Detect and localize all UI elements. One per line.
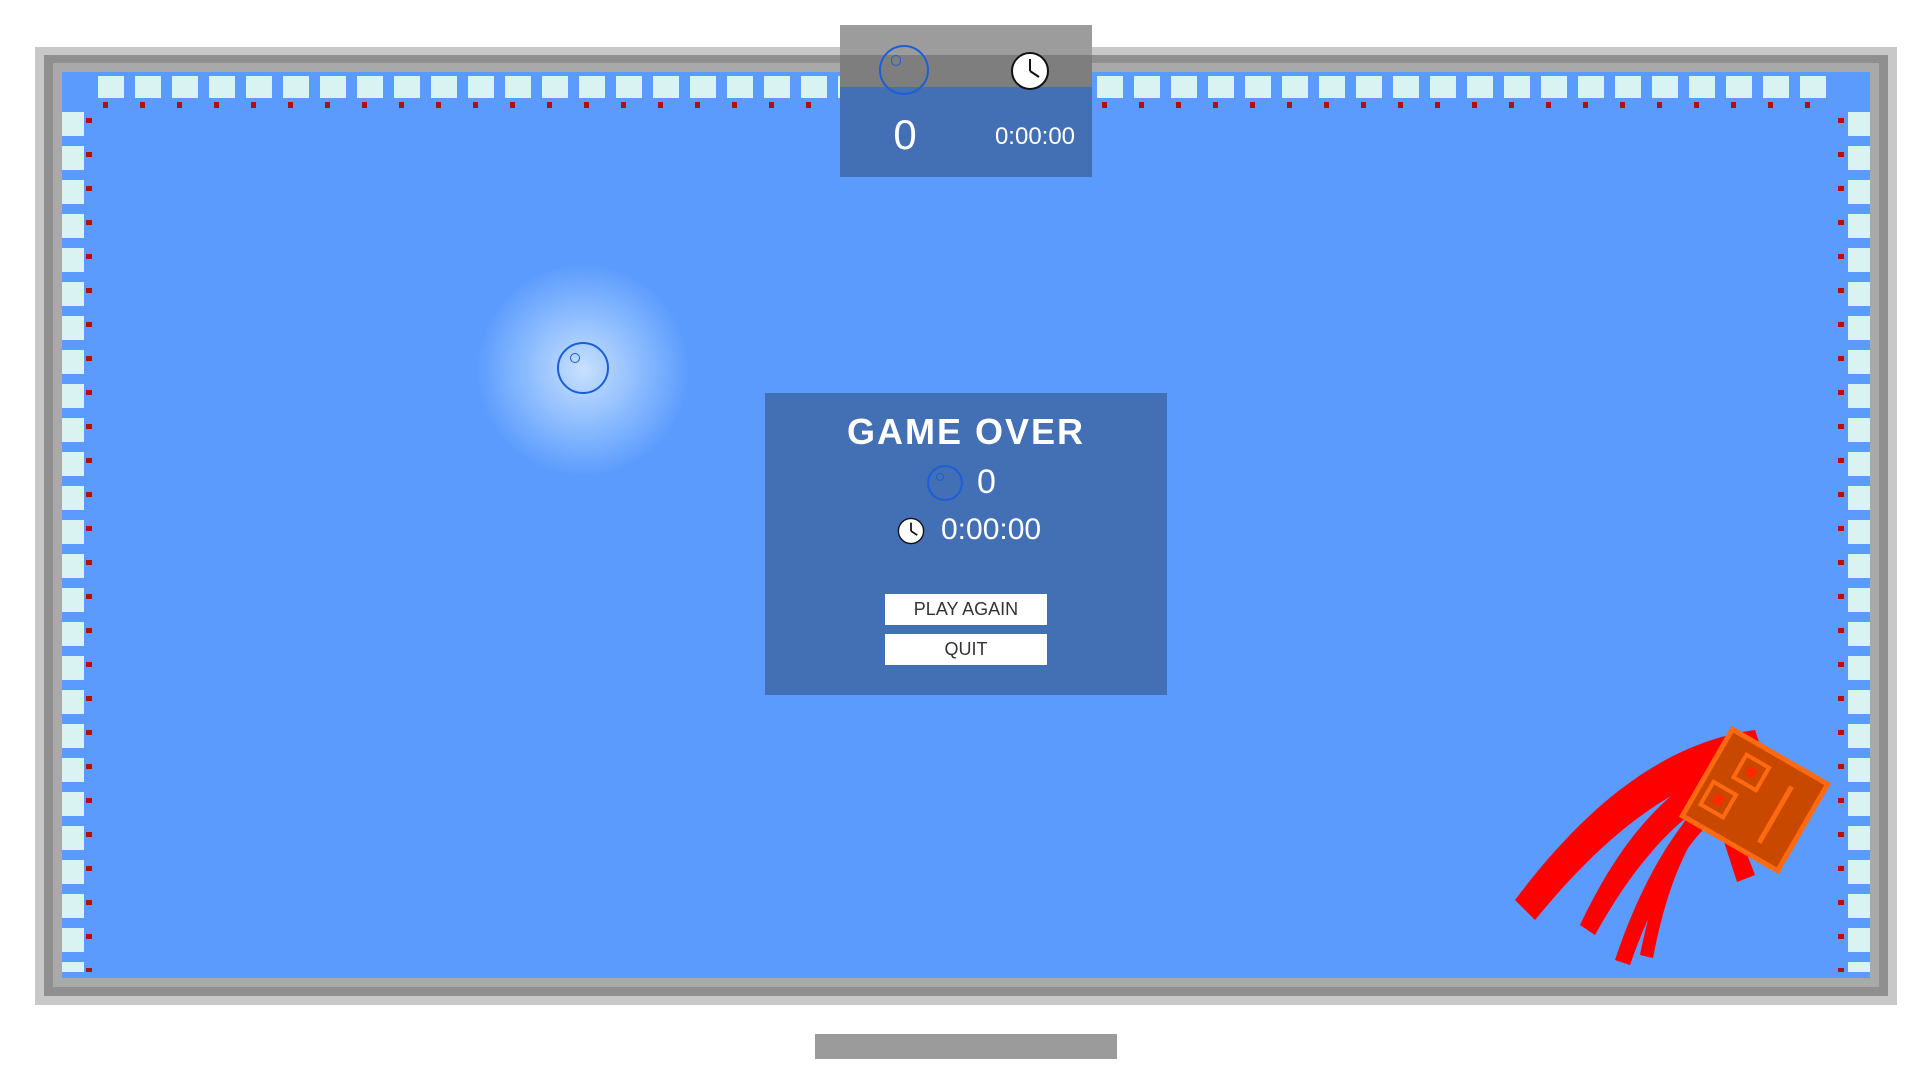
score-hud: 0 0:00:00 [840,25,1092,177]
player-fish [1515,725,1832,965]
pool-wall-right [1836,112,1870,972]
play-again-button[interactable]: PLAY AGAIN [885,594,1047,625]
clock-icon [897,517,925,545]
final-score: 0 [977,463,996,501]
game-over-title: GAME OVER [846,411,1086,452]
quit-button[interactable]: QUIT [885,634,1047,665]
floating-bubble [557,342,609,394]
game-over-panel: GAME OVER 0 0:00:00 PLAY AGAIN QUIT [765,393,1167,695]
bubble-icon [879,45,929,95]
pool-wall-left [62,112,96,972]
hud-time: 0:00:00 [994,123,1076,150]
bottom-bar [815,1034,1117,1059]
final-time: 0:00:00 [941,513,1042,546]
hud-top-highlight [840,25,1092,55]
bubble-icon [927,465,963,501]
hud-score: 0 [893,111,917,158]
clock-icon [1011,52,1049,90]
